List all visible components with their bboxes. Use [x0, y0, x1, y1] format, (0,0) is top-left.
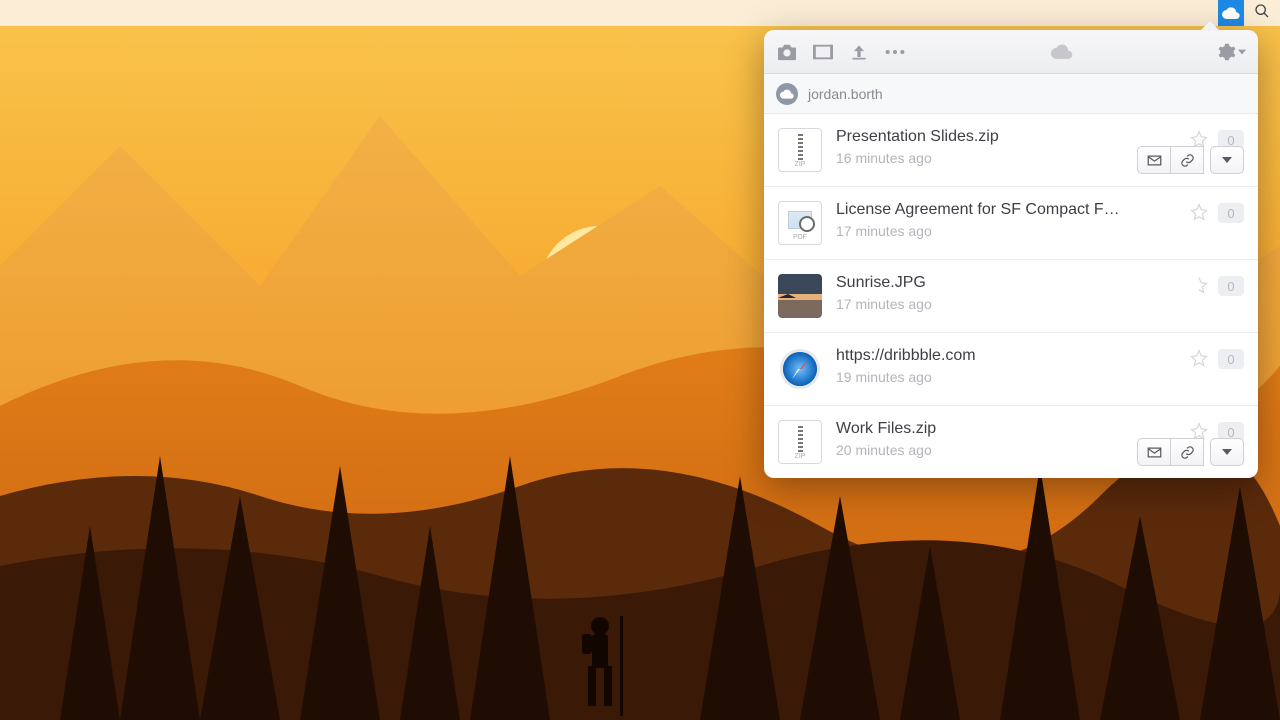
email-button[interactable] — [1137, 146, 1171, 174]
user-row[interactable]: jordan.borth — [764, 74, 1258, 114]
star-icon[interactable] — [1190, 276, 1208, 299]
safari-icon — [778, 347, 822, 391]
upload-icon[interactable] — [848, 41, 870, 63]
pdf-file-icon — [778, 201, 822, 245]
link-button[interactable] — [1170, 438, 1204, 466]
zip-file-icon — [778, 128, 822, 172]
item-time: 17 minutes ago — [836, 296, 1176, 312]
email-button[interactable] — [1137, 438, 1171, 466]
item-actions — [1137, 438, 1244, 466]
item-title: Work Files.zip — [836, 420, 1136, 438]
user-avatar-icon — [776, 83, 798, 105]
item-time: 17 minutes ago — [836, 223, 1176, 239]
username-label: jordan.borth — [808, 86, 883, 102]
zip-file-icon — [778, 420, 822, 464]
item-time: 20 minutes ago — [836, 442, 1176, 458]
item-title: Sunrise.JPG — [836, 274, 1136, 292]
item-actions — [1137, 146, 1244, 174]
drops-list: Presentation Slides.zip 16 minutes ago 0… — [764, 114, 1258, 478]
list-item[interactable]: Work Files.zip 20 minutes ago 0 — [764, 406, 1258, 478]
list-item[interactable]: Sunrise.JPG 17 minutes ago 0 — [764, 260, 1258, 333]
list-item[interactable]: https://dribbble.com 19 minutes ago 0 — [764, 333, 1258, 406]
item-title: https://dribbble.com — [836, 347, 1136, 365]
list-item[interactable]: License Agreement for SF Compact F… 17 m… — [764, 187, 1258, 260]
view-count: 0 — [1218, 203, 1244, 223]
popover-toolbar — [764, 30, 1258, 74]
settings-gear-icon[interactable] — [1218, 43, 1246, 61]
star-icon[interactable] — [1190, 349, 1208, 372]
star-icon[interactable] — [1190, 203, 1208, 226]
link-button[interactable] — [1170, 146, 1204, 174]
item-title: Presentation Slides.zip — [836, 128, 1136, 146]
list-item[interactable]: Presentation Slides.zip 16 minutes ago 0 — [764, 114, 1258, 187]
image-thumbnail — [778, 274, 822, 318]
view-count: 0 — [1218, 349, 1244, 369]
video-icon[interactable] — [812, 41, 834, 63]
menubar-cloud-icon[interactable] — [1218, 0, 1244, 26]
camera-icon[interactable] — [776, 41, 798, 63]
menubar — [0, 0, 1280, 26]
cloud-status-icon — [1051, 41, 1073, 63]
cloud-popover: jordan.borth Presentation Slides.zip 16 … — [764, 30, 1258, 478]
menubar-search-icon[interactable] — [1254, 3, 1270, 24]
view-count: 0 — [1218, 276, 1244, 296]
item-title: License Agreement for SF Compact F… — [836, 201, 1136, 219]
item-time: 19 minutes ago — [836, 369, 1176, 385]
more-icon[interactable] — [884, 41, 906, 63]
more-actions-button[interactable] — [1210, 146, 1244, 174]
more-actions-button[interactable] — [1210, 438, 1244, 466]
item-time: 16 minutes ago — [836, 150, 1176, 166]
